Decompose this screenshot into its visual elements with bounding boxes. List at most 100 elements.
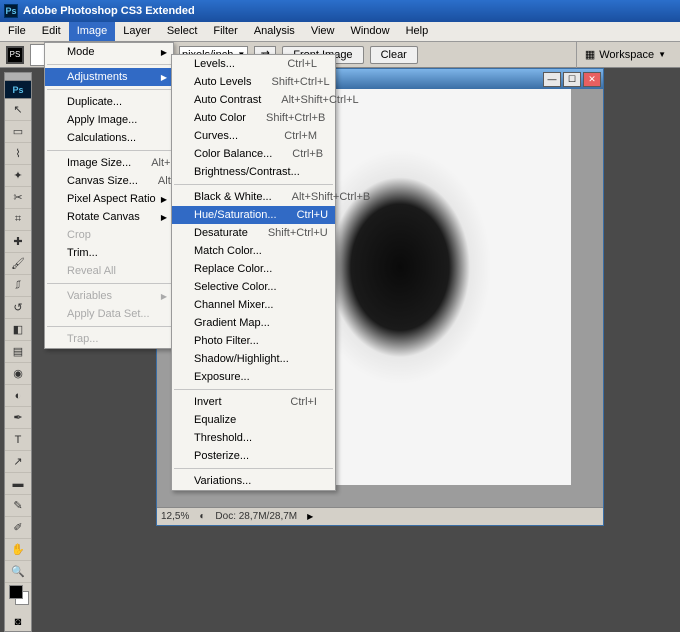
- eraser-tool[interactable]: ◧: [5, 319, 31, 341]
- image-menu-item-pixel-aspect-ratio[interactable]: Pixel Aspect Ratio: [45, 190, 173, 208]
- adjustments-item-photo-filter[interactable]: Photo Filter...: [172, 332, 335, 350]
- image-menu-separator: [47, 283, 171, 284]
- hand-tool[interactable]: ✋: [5, 539, 31, 561]
- menu-item-label: Adjustments: [67, 71, 155, 83]
- adjustments-item-auto-levels[interactable]: Auto LevelsShift+Ctrl+L: [172, 73, 335, 91]
- dodge-tool[interactable]: ◐: [5, 385, 31, 407]
- adjustments-item-match-color[interactable]: Match Color...: [172, 242, 335, 260]
- image-menu-item-canvas-size[interactable]: Canvas Size...Alt+Ctrl+C: [45, 172, 173, 190]
- maximize-button[interactable]: ☐: [563, 72, 581, 87]
- type-tool[interactable]: T: [5, 429, 31, 451]
- menu-item-shortcut: Ctrl+M: [284, 130, 317, 142]
- adjustments-item-threshold[interactable]: Threshold...: [172, 429, 335, 447]
- workspace-label: Workspace: [599, 49, 654, 61]
- adjustments-item-color-balance[interactable]: Color Balance...Ctrl+B: [172, 145, 335, 163]
- adjustments-item-shadow-highlight[interactable]: Shadow/Highlight...: [172, 350, 335, 368]
- menu-item-shortcut: Ctrl+L: [287, 58, 317, 70]
- menu-edit[interactable]: Edit: [34, 22, 69, 41]
- toolbox-grip[interactable]: [5, 73, 31, 81]
- adjustments-item-desaturate[interactable]: DesaturateShift+Ctrl+U: [172, 224, 335, 242]
- adjustments-item-channel-mixer[interactable]: Channel Mixer...: [172, 296, 335, 314]
- minimize-button[interactable]: —: [543, 72, 561, 87]
- adjustments-item-curves[interactable]: Curves...Ctrl+M: [172, 127, 335, 145]
- menu-window[interactable]: Window: [342, 22, 397, 41]
- shape-tool[interactable]: ▬: [5, 473, 31, 495]
- image-menu-item-duplicate[interactable]: Duplicate...: [45, 93, 173, 111]
- pen-tool[interactable]: ✒: [5, 407, 31, 429]
- image-menu-item-variables: Variables: [45, 287, 173, 305]
- adjustments-item-variations[interactable]: Variations...: [172, 472, 335, 490]
- toolbox-ps-icon: Ps: [5, 81, 31, 99]
- notes-tool[interactable]: ✎: [5, 495, 31, 517]
- status-chevron-icon[interactable]: ▶: [307, 512, 313, 521]
- menu-item-label: Mode: [67, 46, 155, 58]
- adjustments-item-selective-color[interactable]: Selective Color...: [172, 278, 335, 296]
- crop-tool[interactable]: ✂: [5, 187, 31, 209]
- menu-item-label: Black & White...: [194, 191, 272, 203]
- history-tool[interactable]: ↺: [5, 297, 31, 319]
- eyedrop-tool[interactable]: ✐: [5, 517, 31, 539]
- menu-select[interactable]: Select: [159, 22, 206, 41]
- image-menu-item-image-size[interactable]: Image Size...Alt+Ctrl+I: [45, 154, 173, 172]
- workspace-button[interactable]: ▦ Workspace ▼: [576, 42, 674, 68]
- menu-view[interactable]: View: [303, 22, 343, 41]
- stamp-tool[interactable]: ⎎: [5, 275, 31, 297]
- heal-tool[interactable]: ✚: [5, 231, 31, 253]
- menu-analysis[interactable]: Analysis: [246, 22, 303, 41]
- adjustments-separator: [174, 468, 333, 469]
- quick-mask-button[interactable]: ◙: [5, 613, 31, 631]
- image-menu-item-adjustments[interactable]: Adjustments: [45, 68, 173, 86]
- menu-item-label: Channel Mixer...: [194, 299, 317, 311]
- menu-item-shortcut: Shift+Ctrl+B: [266, 112, 325, 124]
- menu-item-label: Apply Data Set...: [67, 308, 155, 320]
- lasso-tool[interactable]: ⌇: [5, 143, 31, 165]
- foreground-swatch[interactable]: [9, 585, 23, 599]
- workspace-icon: ▦: [585, 48, 595, 61]
- wand-tool[interactable]: ✦: [5, 165, 31, 187]
- brush-tool[interactable]: 🖌: [5, 253, 31, 275]
- adjustments-item-exposure[interactable]: Exposure...: [172, 368, 335, 386]
- adjustments-item-black-white[interactable]: Black & White...Alt+Shift+Ctrl+B: [172, 188, 335, 206]
- menu-item-label: Image Size...: [67, 157, 131, 169]
- move-tool[interactable]: ↖: [5, 99, 31, 121]
- menu-file[interactable]: File: [0, 22, 34, 41]
- marquee-tool[interactable]: ▭: [5, 121, 31, 143]
- adjustments-item-posterize[interactable]: Posterize...: [172, 447, 335, 465]
- adjustments-item-levels[interactable]: Levels... Ctrl+L: [172, 55, 335, 73]
- menu-item-shortcut: Shift+Ctrl+L: [271, 76, 329, 88]
- image-menu-item-mode[interactable]: Mode: [45, 43, 173, 61]
- adjustments-item-replace-color[interactable]: Replace Color...: [172, 260, 335, 278]
- color-swatches[interactable]: [5, 583, 31, 613]
- scroll-icon[interactable]: ◐: [199, 511, 205, 522]
- adjustments-item-brightness-contrast[interactable]: Brightness/Contrast...: [172, 163, 335, 181]
- menu-image[interactable]: Image: [69, 22, 116, 41]
- adjustments-item-auto-contrast[interactable]: Auto ContrastAlt+Shift+Ctrl+L: [172, 91, 335, 109]
- adjustments-item-equalize[interactable]: Equalize: [172, 411, 335, 429]
- close-button[interactable]: ✕: [583, 72, 601, 87]
- menu-item-label: Auto Color: [194, 112, 246, 124]
- image-menu-item-calculations[interactable]: Calculations...: [45, 129, 173, 147]
- menu-filter[interactable]: Filter: [205, 22, 245, 41]
- slice-tool[interactable]: ⌗: [5, 209, 31, 231]
- zoom-level[interactable]: 12,5%: [161, 511, 189, 522]
- clear-button[interactable]: Clear: [370, 46, 418, 64]
- doc-size: Doc: 28,7M/28,7M: [215, 511, 297, 522]
- adjustments-item-gradient-map[interactable]: Gradient Map...: [172, 314, 335, 332]
- image-menu-item-apply-image[interactable]: Apply Image...: [45, 111, 173, 129]
- gradient-tool[interactable]: ▤: [5, 341, 31, 363]
- adjustments-item-invert[interactable]: InvertCtrl+I: [172, 393, 335, 411]
- path-tool[interactable]: ↗: [5, 451, 31, 473]
- menu-item-label: Levels...: [194, 58, 267, 70]
- menu-help[interactable]: Help: [398, 22, 437, 41]
- menu-item-label: Variations...: [194, 475, 317, 487]
- menu-item-label: Posterize...: [194, 450, 317, 462]
- adjustments-item-hue-saturation[interactable]: Hue/Saturation...Ctrl+U: [172, 206, 335, 224]
- adjustments-item-auto-color[interactable]: Auto Color Shift+Ctrl+B: [172, 109, 335, 127]
- menu-item-label: Gradient Map...: [194, 317, 317, 329]
- image-menu-item-trim[interactable]: Trim...: [45, 244, 173, 262]
- zoom-tool[interactable]: 🔍: [5, 561, 31, 583]
- menu-layer[interactable]: Layer: [115, 22, 159, 41]
- image-menu-item-rotate-canvas[interactable]: Rotate Canvas: [45, 208, 173, 226]
- menu-item-label: Desaturate: [194, 227, 248, 239]
- blur-tool[interactable]: ◉: [5, 363, 31, 385]
